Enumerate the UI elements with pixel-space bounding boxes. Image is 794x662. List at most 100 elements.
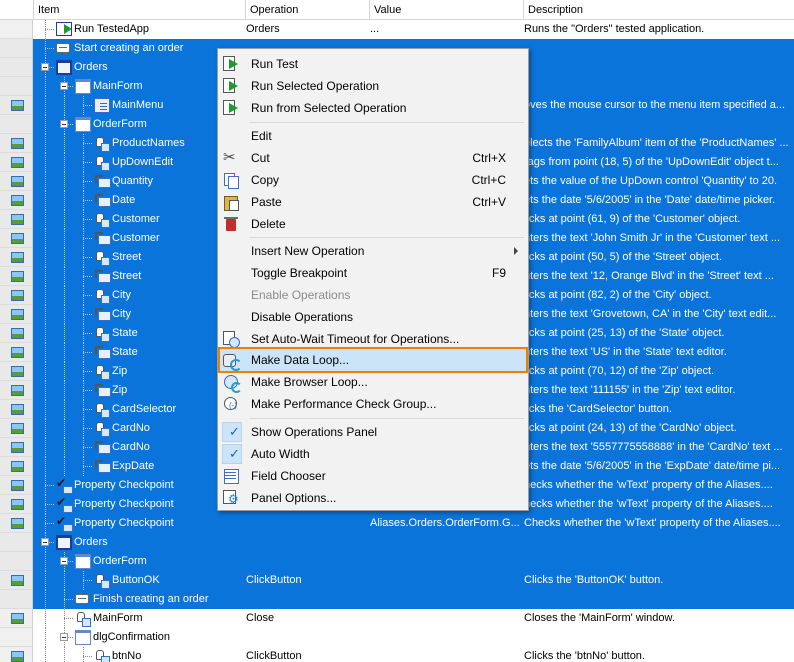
screenshot-icon[interactable] xyxy=(11,480,24,491)
screenshot-icon[interactable] xyxy=(11,442,24,453)
menu-item-run-selected[interactable]: Run Selected Operation xyxy=(220,75,526,97)
collapse-toggle-icon[interactable] xyxy=(60,120,68,128)
screenshot-icon[interactable] xyxy=(11,461,24,472)
column-header-operation[interactable]: Operation xyxy=(245,0,369,19)
menu-item-run-test[interactable]: Run Test xyxy=(220,53,526,75)
menu-item-insert-new-operation[interactable]: Insert New Operation xyxy=(220,240,526,262)
row-gutter[interactable] xyxy=(0,305,33,324)
row-gutter[interactable] xyxy=(0,476,33,495)
row-gutter[interactable] xyxy=(0,514,33,533)
menu-item-make-data-loop[interactable]: Make Data Loop... xyxy=(218,347,528,373)
row-gutter[interactable] xyxy=(0,96,33,115)
menu-item-paste[interactable]: Paste Ctrl+V xyxy=(220,191,526,213)
screenshot-icon[interactable] xyxy=(11,385,24,396)
row-gutter[interactable] xyxy=(0,229,33,248)
screenshot-icon[interactable] xyxy=(11,157,24,168)
menu-item-field-chooser[interactable]: Field Chooser xyxy=(220,465,526,487)
collapse-toggle-icon[interactable] xyxy=(60,82,68,90)
row-gutter[interactable] xyxy=(0,39,33,58)
row-gutter[interactable] xyxy=(0,647,33,662)
collapse-toggle-icon[interactable] xyxy=(60,557,68,565)
row-gutter[interactable] xyxy=(0,77,33,96)
tree-guide-line xyxy=(64,599,73,600)
screenshot-icon[interactable] xyxy=(11,518,24,529)
screenshot-icon[interactable] xyxy=(11,100,24,111)
table-row[interactable]: Orders xyxy=(0,533,794,552)
table-row[interactable]: ButtonOK ClickButton Clicks the 'ButtonOK'… xyxy=(0,571,794,590)
table-row[interactable]: Finish creating an order xyxy=(0,590,794,609)
collapse-toggle-icon[interactable] xyxy=(41,538,49,546)
menu-item-toggle-breakpoint[interactable]: Toggle Breakpoint F9 xyxy=(220,262,526,284)
row-gutter[interactable] xyxy=(0,324,33,343)
column-header-item[interactable]: Item xyxy=(33,0,245,19)
screenshot-icon[interactable] xyxy=(11,499,24,510)
row-gutter[interactable] xyxy=(0,438,33,457)
row-gutter[interactable] xyxy=(0,210,33,229)
row-gutter[interactable] xyxy=(0,286,33,305)
row-gutter[interactable] xyxy=(0,419,33,438)
screenshot-icon[interactable] xyxy=(11,613,24,624)
menu-item-cut[interactable]: Cut Ctrl+X xyxy=(220,147,526,169)
row-gutter[interactable] xyxy=(0,552,33,571)
screenshot-icon[interactable] xyxy=(11,404,24,415)
row-gutter[interactable] xyxy=(0,134,33,153)
row-gutter[interactable] xyxy=(0,400,33,419)
table-row[interactable]: OrderForm xyxy=(0,552,794,571)
row-gutter[interactable] xyxy=(0,58,33,77)
column-header-description[interactable]: Description xyxy=(523,0,794,19)
menu-item-auto-width[interactable]: ✓ Auto Width xyxy=(220,443,526,465)
screenshot-icon[interactable] xyxy=(11,195,24,206)
row-gutter[interactable] xyxy=(0,628,33,647)
menu-item-delete[interactable]: Delete xyxy=(220,213,526,235)
collapse-toggle-icon[interactable] xyxy=(41,63,49,71)
screenshot-icon[interactable] xyxy=(11,138,24,149)
row-gutter[interactable] xyxy=(0,343,33,362)
screenshot-icon[interactable] xyxy=(11,423,24,434)
table-row[interactable]: Property Checkpoint Aliases.Orders.OrderF… xyxy=(0,514,794,533)
row-gutter[interactable] xyxy=(0,495,33,514)
menu-item-auto-wait-timeout[interactable]: Set Auto-Wait Timeout for Operations... xyxy=(220,328,526,350)
row-gutter[interactable] xyxy=(0,362,33,381)
row-gutter[interactable] xyxy=(0,115,33,134)
collapse-toggle-icon[interactable] xyxy=(60,633,68,641)
menu-item-edit[interactable]: Edit xyxy=(220,125,526,147)
menu-item-disable-operations[interactable]: Disable Operations xyxy=(220,306,526,328)
row-gutter[interactable] xyxy=(0,590,33,609)
screenshot-icon[interactable] xyxy=(11,252,24,263)
menu-item-run-from-selected[interactable]: Run from Selected Operation xyxy=(220,97,526,119)
table-row[interactable]: btnNo ClickButton Clicks the 'btnNo' butto… xyxy=(0,647,794,662)
row-gutter[interactable] xyxy=(0,609,33,628)
screenshot-icon[interactable] xyxy=(11,290,24,301)
row-gutter[interactable] xyxy=(0,533,33,552)
screenshot-icon[interactable] xyxy=(11,233,24,244)
menu-item-make-performance-check-group[interactable]: Make Performance Check Group... xyxy=(220,393,526,415)
cell-item: MainForm xyxy=(93,612,143,624)
menu-item-show-operations-panel[interactable]: ✓ Show Operations Panel xyxy=(220,421,526,443)
screenshot-icon[interactable] xyxy=(11,366,24,377)
screenshot-icon[interactable] xyxy=(11,271,24,282)
row-gutter[interactable] xyxy=(0,248,33,267)
row-gutter[interactable] xyxy=(0,20,33,39)
screenshot-icon[interactable] xyxy=(11,347,24,358)
row-gutter[interactable] xyxy=(0,191,33,210)
screenshot-icon[interactable] xyxy=(11,214,24,225)
screenshot-icon[interactable] xyxy=(11,575,24,586)
table-row[interactable]: dlgConfirmation xyxy=(0,628,794,647)
menu-label: Insert New Operation xyxy=(251,244,365,258)
table-row[interactable]: MainForm Close Closes the 'MainForm' windo… xyxy=(0,609,794,628)
table-row[interactable]: Run TestedApp Orders... Runs the "Orders" … xyxy=(0,20,794,39)
row-gutter[interactable] xyxy=(0,457,33,476)
row-gutter[interactable] xyxy=(0,571,33,590)
screenshot-icon[interactable] xyxy=(11,328,24,339)
row-gutter[interactable] xyxy=(0,153,33,172)
menu-item-copy[interactable]: Copy Ctrl+C xyxy=(220,169,526,191)
column-header-value[interactable]: Value xyxy=(369,0,523,19)
row-gutter[interactable] xyxy=(0,381,33,400)
row-gutter[interactable] xyxy=(0,267,33,286)
screenshot-icon[interactable] xyxy=(11,176,24,187)
screenshot-icon[interactable] xyxy=(11,651,24,662)
row-gutter[interactable] xyxy=(0,172,33,191)
screenshot-icon[interactable] xyxy=(11,309,24,320)
menu-item-make-browser-loop[interactable]: Make Browser Loop... xyxy=(220,371,526,393)
menu-item-panel-options[interactable]: Panel Options... xyxy=(220,487,526,509)
